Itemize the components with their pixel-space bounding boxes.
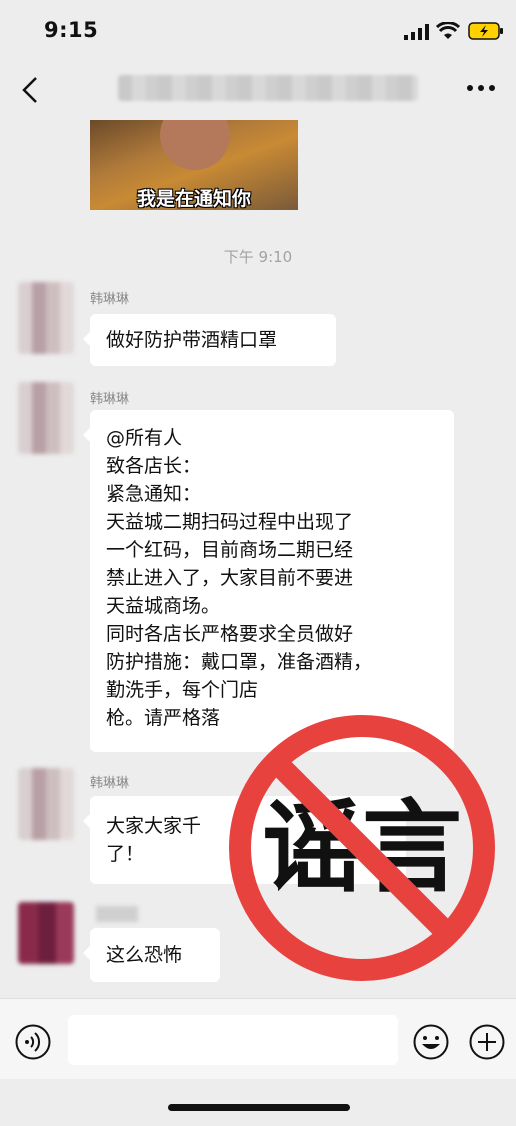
message-timestamp: 下午 9:10 (223, 248, 293, 266)
home-indicator (168, 1104, 350, 1111)
message-bubble[interactable]: @所有人 致各店长： 紧急通知： 天益城二期扫码过程中出现了 一个红码，目前商场… (83, 410, 454, 752)
more-icon[interactable] (466, 84, 496, 92)
meme-caption: 我是在通知你 (136, 188, 251, 210)
message-line: 天益城二期扫码过程中出现了 (106, 511, 354, 533)
status-bar: 9:15 (0, 0, 516, 60)
message-line: 致各店长： (106, 455, 202, 477)
battery-charging-icon (468, 22, 503, 40)
nav-bar (0, 60, 516, 120)
message-bubble[interactable]: 这么恐怖 (83, 928, 220, 982)
meme-image[interactable]: 我是在通知你 (90, 120, 298, 210)
sender-name: 韩琳琳 (90, 776, 130, 791)
chat-title (118, 75, 418, 101)
message-line: 禁止进入了，大家目前不要进 (106, 567, 354, 589)
sender-name: 韩琳琳 (90, 292, 130, 307)
sender-name: 韩琳琳 (90, 392, 130, 407)
meme-person (160, 120, 230, 170)
message-line: 紧急通知： (106, 483, 202, 505)
message-line: @所有人 (106, 427, 183, 449)
message-line: 同时各店长严格要求全员做好 (106, 623, 354, 645)
input-bar (0, 998, 516, 1079)
avatar[interactable] (18, 382, 74, 454)
voice-icon[interactable] (14, 1023, 52, 1061)
message-input[interactable] (68, 1015, 398, 1065)
avatar[interactable] (18, 902, 74, 964)
status-time: 9:15 (44, 18, 99, 42)
message-text: 做好防护带酒精口罩 (106, 329, 278, 351)
avatar[interactable] (18, 282, 74, 354)
message-line: 勤洗手，每个门店 (106, 679, 259, 701)
back-icon[interactable] (18, 74, 44, 106)
plus-icon[interactable] (468, 1023, 506, 1061)
emoji-icon[interactable] (412, 1023, 450, 1061)
wifi-icon (436, 22, 460, 39)
sender-name-redacted (96, 906, 138, 922)
signal-icon (404, 24, 429, 40)
message-text: 这么恐怖 (106, 944, 183, 966)
avatar[interactable] (18, 768, 74, 840)
message-line: 防护措施：戴口罩，准备酒精， (106, 651, 373, 673)
message-line: 一个红码，目前商场二期已经 (106, 539, 354, 561)
rumor-stamp: 谣言 (229, 715, 495, 981)
message-line: 天益城商场。 (106, 595, 221, 617)
message-bubble[interactable]: 做好防护带酒精口罩 (83, 314, 336, 366)
